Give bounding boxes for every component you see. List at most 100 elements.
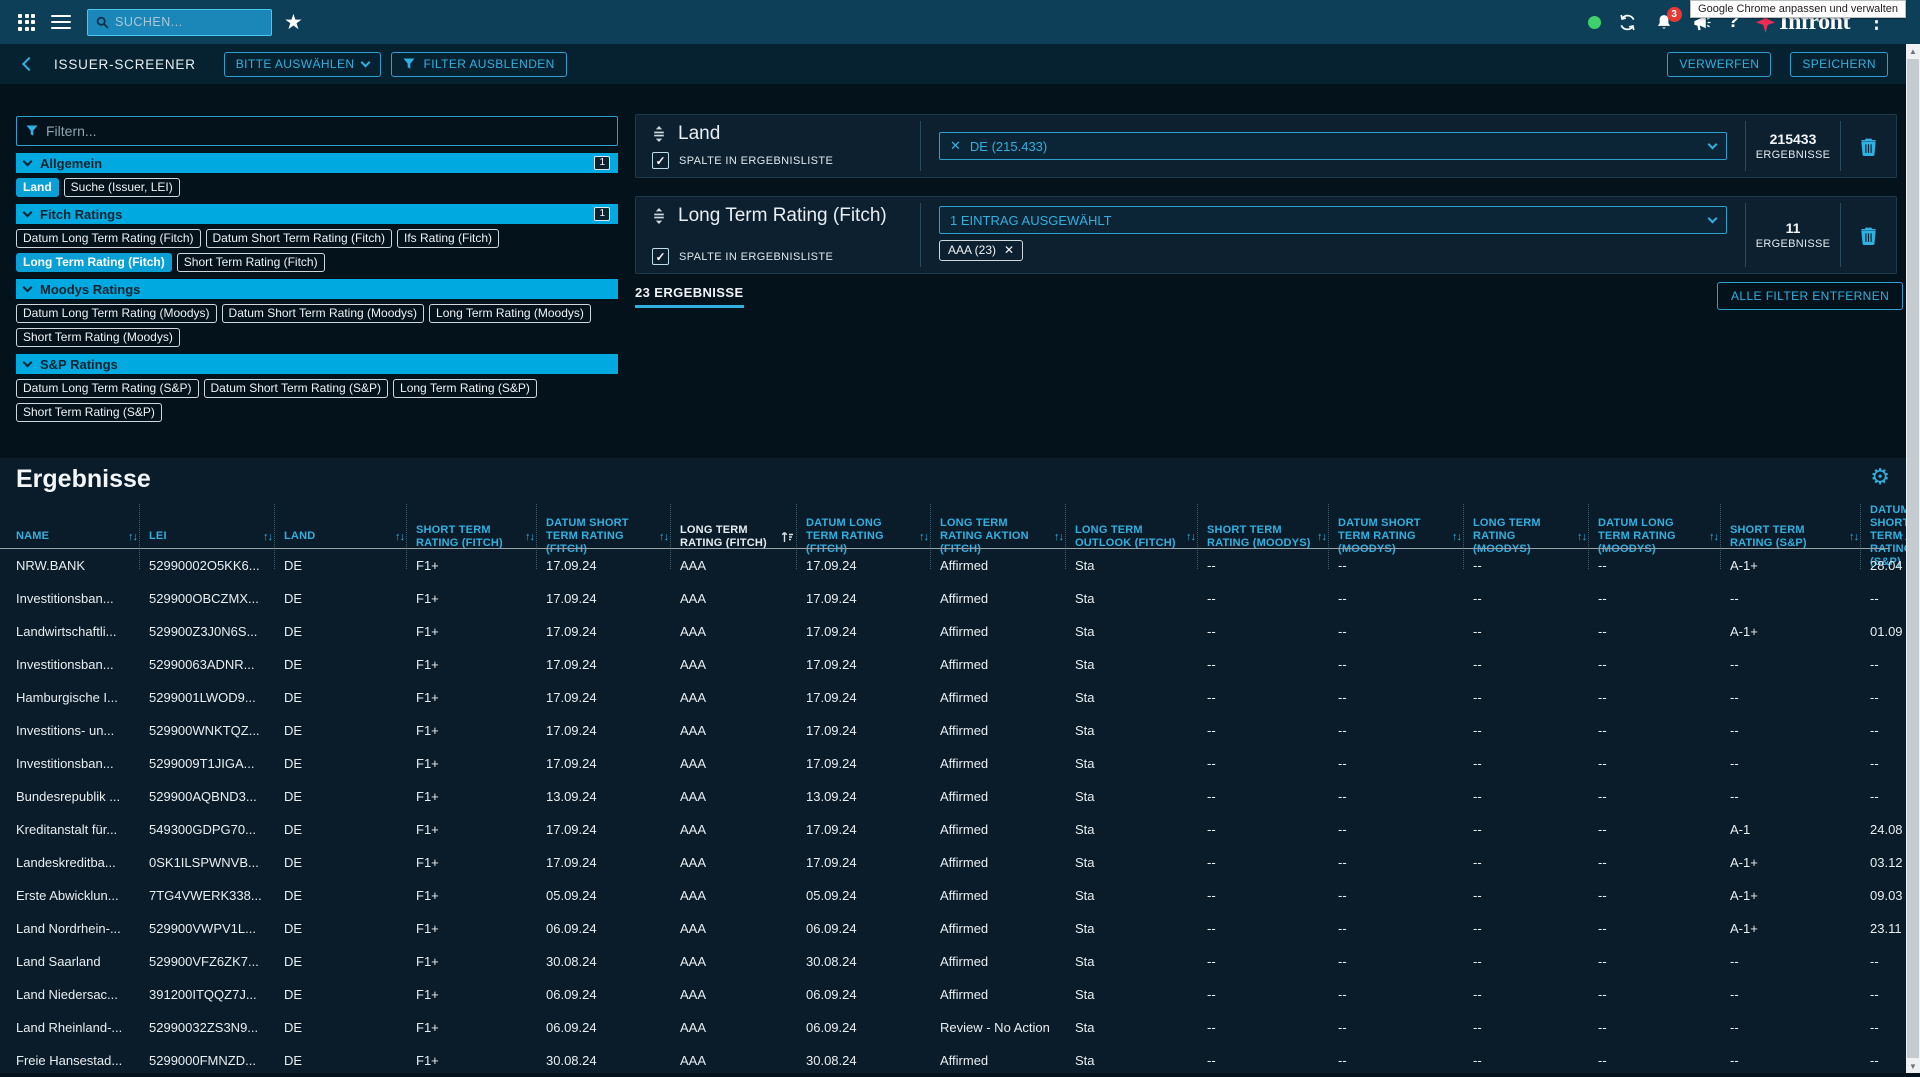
table-cell: Affirmed: [940, 855, 1075, 870]
filter-chip[interactable]: Datum Short Term Rating (S&P): [204, 379, 389, 398]
table-row[interactable]: Investitionsban...5299009T1JIGA...DEF1+1…: [16, 747, 1906, 780]
check-icon: ✓: [655, 155, 665, 167]
result-count-number: 11: [1786, 220, 1801, 236]
table-cell: --: [1338, 657, 1473, 672]
column-in-results-checkbox[interactable]: ✓: [652, 152, 669, 169]
table-row[interactable]: Land Rheinland-...52990032ZS3N9...DEF1+0…: [16, 1011, 1906, 1044]
favorite-star-icon[interactable]: ★: [284, 12, 303, 33]
table-cell: F1+: [416, 690, 546, 705]
scroll-up-arrow-icon[interactable]: ▲: [1906, 44, 1920, 58]
refresh-icon[interactable]: [1618, 13, 1637, 32]
filter-chip[interactable]: Long Term Rating (Moodys): [429, 304, 591, 323]
table-row[interactable]: Landeskreditba...0SK1ILSPWNVB...DEF1+17.…: [16, 846, 1906, 879]
rating-value-select[interactable]: 1 EINTRAG AUSGEWÄHLT: [939, 206, 1727, 234]
filter-chip[interactable]: Datum Short Term Rating (Fitch): [206, 229, 393, 248]
table-row[interactable]: Investitionsban...52990063ADNR...DEF1+17…: [16, 648, 1906, 681]
filter-search-input[interactable]: [46, 123, 608, 139]
table-cell: Affirmed: [940, 987, 1075, 1002]
filter-chip[interactable]: Datum Short Term Rating (Moodys): [222, 304, 425, 323]
global-search[interactable]: [87, 9, 272, 36]
table-row[interactable]: Hamburgische I...5299001LWOD9...DEF1+17.…: [16, 681, 1906, 714]
table-row[interactable]: NRW.BANK52990002O5KK6...DEF1+17.09.24AAA…: [16, 549, 1906, 582]
table-cell: 06.09.24: [806, 1020, 940, 1035]
table-cell: --: [1598, 822, 1730, 837]
table-cell: DE: [284, 624, 416, 639]
scrollbar-thumb[interactable]: [1907, 59, 1919, 1058]
filter-chip[interactable]: Datum Long Term Rating (S&P): [16, 379, 199, 398]
table-row[interactable]: Investitions- un...529900WNKTQZ...DEF1+1…: [16, 714, 1906, 747]
filter-chip[interactable]: Short Term Rating (Fitch): [177, 253, 325, 272]
table-cell: Sta: [1075, 888, 1207, 903]
filter-chip[interactable]: Ifs Rating (Fitch): [397, 229, 499, 248]
table-cell: DE: [284, 756, 416, 771]
discard-button[interactable]: VERWERFEN: [1667, 52, 1771, 77]
hide-filters-button[interactable]: FILTER AUSBLENDEN: [391, 52, 566, 77]
table-row[interactable]: Land Nordrhein-...529900VWPV1L...DEF1+06…: [16, 912, 1906, 945]
table-cell: F1+: [416, 1020, 546, 1035]
table-cell: 13.09.24: [806, 789, 940, 804]
menu-icon[interactable]: [51, 11, 71, 33]
table-row[interactable]: Bundesrepublik ...529900AQBND3...DEF1+13…: [16, 780, 1906, 813]
table-row[interactable]: Landwirtschaftli...529900Z3J0N6S...DEF1+…: [16, 615, 1906, 648]
notifications-bell-icon[interactable]: 3: [1654, 13, 1674, 32]
filter-group-header[interactable]: Moodys Ratings: [16, 279, 618, 299]
table-row[interactable]: Erste Abwicklun...7TG4VWERK338...DEF1+05…: [16, 879, 1906, 912]
table-cell: F1+: [416, 822, 546, 837]
filter-chip[interactable]: Short Term Rating (S&P): [16, 403, 162, 422]
preset-select[interactable]: BITTE AUSWÄHLEN: [224, 52, 382, 77]
table-cell: --: [1730, 1053, 1870, 1068]
table-cell: Affirmed: [940, 624, 1075, 639]
back-icon[interactable]: [22, 57, 36, 71]
table-row[interactable]: Land Niedersac...391200ITQQZ7J...DEF1+06…: [16, 978, 1906, 1011]
table-cell: Sta: [1075, 690, 1207, 705]
filter-chip[interactable]: Short Term Rating (Moodys): [16, 328, 180, 347]
delete-filter-button[interactable]: [1841, 115, 1896, 177]
discard-label: VERWERFEN: [1679, 57, 1759, 71]
table-row[interactable]: Freie Hansestad...5299000FMNZD...DEF1+30…: [16, 1044, 1906, 1077]
land-value-select[interactable]: ✕ DE (215.433): [939, 132, 1727, 160]
clear-all-filters-button[interactable]: ALLE FILTER ENTFERNEN: [1717, 282, 1903, 310]
drag-handle-icon[interactable]: [652, 126, 666, 142]
search-input[interactable]: [115, 15, 276, 29]
table-row[interactable]: Land Saarland529900VFZ6ZK7...DEF1+30.08.…: [16, 945, 1906, 978]
scroll-down-arrow-icon[interactable]: ▼: [1906, 1059, 1920, 1073]
selected-tag-aaa[interactable]: AAA (23) ✕: [939, 240, 1023, 261]
chevron-down-icon: [1708, 214, 1718, 224]
chevron-down-icon: [23, 157, 33, 167]
drag-handle-icon[interactable]: [652, 208, 666, 224]
filter-group-header[interactable]: Fitch Ratings1: [16, 204, 618, 224]
table-row[interactable]: Investitionsban...529900OBCZMX...DEF1+17…: [16, 582, 1906, 615]
table-cell: --: [1207, 657, 1338, 672]
table-cell: Investitionsban...: [16, 591, 149, 606]
table-cell: --: [1207, 888, 1338, 903]
remove-tag-icon[interactable]: ✕: [1004, 243, 1014, 258]
table-cell: --: [1338, 888, 1473, 903]
table-cell: DE: [284, 954, 416, 969]
table-cell: --: [1473, 1020, 1598, 1035]
table-cell: Affirmed: [940, 690, 1075, 705]
table-row[interactable]: Kreditanstalt für...549300GDPG70...DEF1+…: [16, 813, 1906, 846]
delete-filter-button[interactable]: [1841, 197, 1896, 273]
filter-chip[interactable]: Datum Long Term Rating (Moodys): [16, 304, 217, 323]
filter-chip[interactable]: Long Term Rating (S&P): [393, 379, 537, 398]
table-cell: --: [1338, 921, 1473, 936]
gear-icon[interactable]: ⚙: [1870, 466, 1890, 488]
filter-group-header[interactable]: S&P Ratings: [16, 354, 618, 374]
results-title: Ergebnisse: [16, 465, 151, 494]
table-cell: --: [1207, 789, 1338, 804]
filter-search[interactable]: [16, 116, 618, 146]
filter-chip[interactable]: Land: [16, 178, 59, 197]
save-button[interactable]: SPEICHERN: [1790, 52, 1888, 77]
column-header-label: SHORT TERM RATING (FITCH): [416, 524, 520, 550]
column-in-results-checkbox[interactable]: ✓: [652, 248, 669, 265]
apps-grid-icon[interactable]: [18, 14, 35, 31]
table-cell: --: [1598, 756, 1730, 771]
table-cell: --: [1598, 921, 1730, 936]
table-cell: 30.08.24: [806, 1053, 940, 1068]
scrollbar[interactable]: ▲ ▼: [1906, 44, 1920, 1073]
remove-value-icon[interactable]: ✕: [950, 138, 961, 154]
filter-chip[interactable]: Datum Long Term Rating (Fitch): [16, 229, 201, 248]
filter-chip[interactable]: Suche (Issuer, LEI): [64, 178, 180, 197]
filter-group-header[interactable]: Allgemein1: [16, 153, 618, 173]
filter-chip[interactable]: Long Term Rating (Fitch): [16, 253, 172, 272]
